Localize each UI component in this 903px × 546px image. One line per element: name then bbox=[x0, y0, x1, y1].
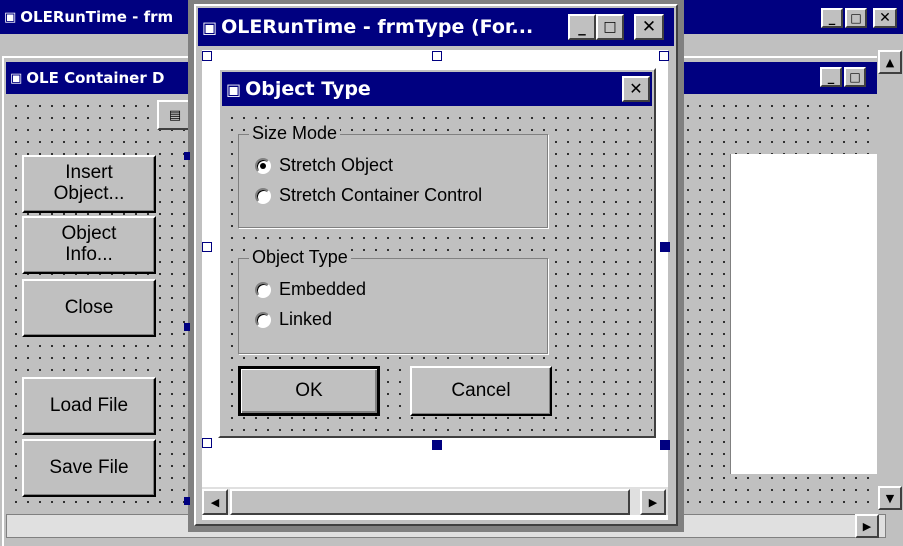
insert-object-button[interactable]: Insert Object... bbox=[22, 155, 156, 213]
stretch-object-radio[interactable]: Stretch Object bbox=[255, 155, 393, 176]
frmtype-maximize-button[interactable]: □ bbox=[596, 14, 624, 40]
save-file-label: Save File bbox=[49, 456, 129, 478]
scroll-down-button[interactable]: ▼ bbox=[878, 486, 902, 510]
main-maximize-button[interactable]: □ bbox=[845, 8, 867, 28]
linked-label: Linked bbox=[279, 309, 333, 329]
scroll-up-button[interactable]: ▲ bbox=[878, 50, 902, 74]
object-info-button[interactable]: Object Info... bbox=[22, 216, 156, 274]
ole-minimize-button[interactable]: _ bbox=[820, 67, 842, 87]
resize-handle-top-right[interactable] bbox=[659, 51, 669, 61]
stretch-container-radio[interactable]: Stretch Container Control bbox=[255, 185, 482, 206]
size-mode-group: Size Mode Stretch Object Stretch Contain… bbox=[238, 123, 548, 228]
background-vertical-scrollbar[interactable]: ▲ ▼ bbox=[877, 50, 903, 510]
resize-handle-bottom-left[interactable] bbox=[202, 438, 212, 448]
main-window-title: OLERunTime - frm bbox=[20, 8, 174, 26]
stretch-object-label: Stretch Object bbox=[279, 155, 394, 175]
insert-object-label-2: Object... bbox=[53, 183, 125, 204]
stretch-container-label: Stretch Container Control bbox=[279, 185, 483, 205]
object-type-form: ▣ Object Type ✕ Size Mode Stretch Object… bbox=[218, 68, 656, 438]
close-label: Close bbox=[64, 296, 114, 318]
embedded-radio-circle bbox=[255, 281, 271, 298]
object-type-close-button[interactable]: ✕ bbox=[622, 76, 650, 102]
resize-handle-middle-right[interactable] bbox=[660, 242, 670, 252]
load-file-button[interactable]: Load File bbox=[22, 377, 156, 435]
ok-label: OK bbox=[295, 379, 323, 401]
ole-container-control[interactable] bbox=[730, 154, 880, 474]
radio-selected-dot bbox=[260, 162, 266, 169]
main-close-button[interactable]: ✕ bbox=[873, 8, 897, 28]
object-type-title: Object Type bbox=[245, 78, 371, 100]
control-handle-top[interactable] bbox=[184, 152, 190, 160]
load-file-label: Load File bbox=[49, 394, 129, 416]
frmtype-close-button[interactable]: ✕ bbox=[634, 14, 664, 40]
frmtype-minimize-button[interactable]: _ bbox=[568, 14, 596, 40]
ole-maximize-button[interactable]: □ bbox=[844, 67, 866, 87]
app-icon: ▣ bbox=[4, 9, 17, 25]
resize-handle-top-center[interactable] bbox=[432, 51, 442, 61]
stretch-container-radio-circle bbox=[255, 187, 271, 204]
control-handle-middle[interactable] bbox=[184, 323, 190, 331]
resize-handle-top-left[interactable] bbox=[202, 51, 212, 61]
size-mode-legend: Size Mode bbox=[249, 123, 341, 144]
cancel-button[interactable]: Cancel bbox=[410, 366, 552, 416]
object-type-legend: Object Type bbox=[249, 247, 351, 268]
frmtype-horizontal-scrollbar[interactable]: ◀ ▶ bbox=[202, 487, 668, 515]
insert-object-label-1: Insert bbox=[65, 162, 113, 184]
linked-radio-circle bbox=[255, 311, 271, 328]
main-minimize-button[interactable]: _ bbox=[821, 8, 843, 28]
frmtype-scroll-thumb[interactable] bbox=[230, 489, 630, 515]
object-info-label-1: Object bbox=[61, 223, 117, 245]
embedded-radio[interactable]: Embedded bbox=[255, 279, 366, 300]
object-info-label-2: Info... bbox=[65, 244, 113, 265]
embedded-label: Embedded bbox=[279, 279, 367, 299]
control-handle-bottom[interactable] bbox=[184, 497, 190, 505]
form-icon: ▣ bbox=[10, 70, 23, 86]
resize-handle-bottom-right[interactable] bbox=[660, 440, 670, 450]
resize-handle-bottom-center[interactable] bbox=[432, 440, 442, 450]
frmtype-scroll-left-button[interactable]: ◀ bbox=[202, 489, 228, 515]
close-button[interactable]: Close bbox=[22, 279, 156, 337]
frmtype-title: OLERunTime - frmType (For... bbox=[221, 16, 534, 38]
save-file-button[interactable]: Save File bbox=[22, 439, 156, 497]
object-type-group: Object Type Embedded Linked bbox=[238, 247, 548, 354]
object-type-titlebar[interactable]: ▣ Object Type bbox=[222, 72, 652, 106]
ole-container-title: OLE Container D bbox=[26, 69, 165, 87]
linked-radio[interactable]: Linked bbox=[255, 309, 332, 330]
frmtype-icon: ▣ bbox=[202, 17, 218, 37]
scroll-right-button[interactable]: ▶ bbox=[855, 514, 879, 538]
ok-button[interactable]: OK bbox=[238, 366, 380, 416]
stretch-object-radio-circle bbox=[255, 157, 271, 174]
resize-handle-middle-left[interactable] bbox=[202, 242, 212, 252]
object-type-icon: ▣ bbox=[226, 79, 242, 99]
frmtype-scroll-right-button[interactable]: ▶ bbox=[640, 489, 666, 515]
cancel-label: Cancel bbox=[451, 379, 511, 401]
